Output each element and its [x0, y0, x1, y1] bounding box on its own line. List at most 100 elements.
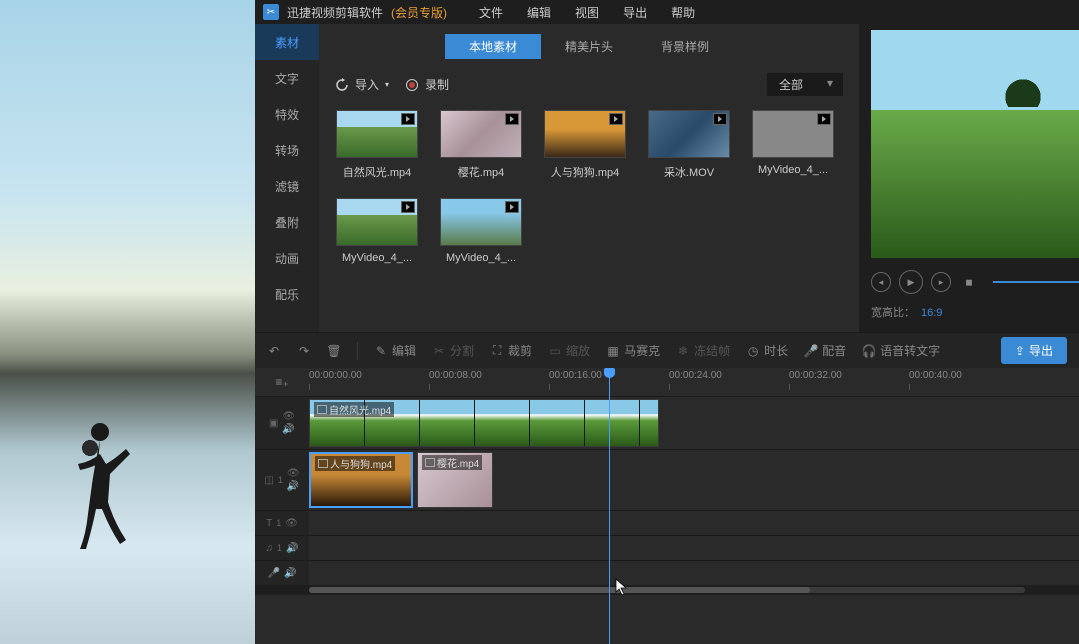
mosaic-button[interactable]: ▦马赛克 — [606, 342, 660, 359]
stop-button[interactable]: ◼ — [959, 272, 979, 292]
track-head[interactable]: ♫1🔊 — [255, 536, 309, 560]
eye-icon[interactable]: 👁 — [285, 518, 298, 529]
sidebar-item-transition[interactable]: 转场 — [255, 132, 319, 168]
audio-track: ♫1🔊 — [255, 535, 1079, 560]
music-track-icon: ♫ — [266, 543, 274, 554]
track-content[interactable] — [309, 561, 1079, 585]
undo-icon: ↶ — [267, 344, 281, 358]
import-label: 导入 — [355, 76, 379, 93]
delete-button[interactable]: 🗑 — [327, 344, 341, 358]
record-button[interactable]: 录制 — [405, 76, 449, 93]
undo-button[interactable]: ↶ — [267, 344, 281, 358]
media-name: 采冰.MOV — [664, 164, 714, 180]
track-head[interactable]: 🎤🔊 — [255, 561, 309, 585]
preview-progress[interactable] — [993, 281, 1079, 283]
media-thumb — [336, 198, 418, 246]
eye-icon[interactable]: 👁 — [287, 468, 300, 479]
app-name: 迅捷视频剪辑软件 — [287, 4, 383, 21]
sidebar-item-media[interactable]: 素材 — [255, 24, 319, 60]
mouse-cursor — [615, 578, 629, 596]
menu-help[interactable]: 帮助 — [671, 4, 695, 21]
media-thumb — [440, 110, 522, 158]
mic-icon: 🎤 — [804, 344, 818, 358]
dub-button[interactable]: 🎤配音 — [804, 342, 846, 359]
snowflake-icon: ❄ — [676, 344, 690, 358]
export-button[interactable]: ⇪导出 — [1001, 337, 1067, 364]
scrollbar-thumb[interactable] — [309, 587, 810, 593]
ruler-tick: 00:00:40.00 — [909, 370, 962, 381]
duration-button[interactable]: ◷时长 — [746, 342, 788, 359]
import-button[interactable]: 导入 ▾ — [335, 76, 389, 93]
sidebar-item-text[interactable]: 文字 — [255, 60, 319, 96]
media-item[interactable]: 樱花.mp4 — [439, 110, 523, 180]
next-frame-button[interactable]: ▸ — [931, 272, 951, 292]
filter-select-value: 全部 — [779, 78, 803, 92]
timeline-clip[interactable]: 自然风光.mp4 — [309, 399, 659, 447]
tab-background-samples[interactable]: 背景样例 — [637, 34, 733, 59]
redo-button[interactable]: ↷ — [297, 344, 311, 358]
sidebar-item-effects[interactable]: 特效 — [255, 96, 319, 132]
playhead[interactable] — [609, 368, 610, 644]
sidebar-item-filter[interactable]: 滤镜 — [255, 168, 319, 204]
media-name: 自然风光.mp4 — [343, 164, 411, 180]
track-content[interactable]: 自然风光.mp4 — [309, 397, 1079, 449]
ruler-tick: 00:00:24.00 — [669, 370, 722, 381]
video-badge-icon — [817, 113, 831, 125]
text-track: T1👁 — [255, 510, 1079, 535]
aspect-value[interactable]: 16:9 — [921, 307, 942, 319]
media-item[interactable]: MyVideo_4_... — [335, 198, 419, 264]
speech-to-text-button[interactable]: 🎧语音转文字 — [862, 342, 940, 359]
crop-icon: ⛶ — [490, 344, 504, 358]
speaker-icon[interactable]: 🔊 — [286, 543, 298, 554]
edit-button[interactable]: ✎编辑 — [374, 342, 416, 359]
preview-viewport[interactable] — [871, 30, 1079, 258]
trash-icon: 🗑 — [327, 344, 341, 358]
prev-frame-button[interactable]: ◂ — [871, 272, 891, 292]
track-content[interactable] — [309, 511, 1079, 535]
add-track-button[interactable]: ≡₊ — [255, 368, 309, 396]
text-track-icon: T — [266, 518, 272, 529]
sidebar: 素材 文字 特效 转场 滤镜 叠附 动画 配乐 — [255, 24, 319, 332]
menu-view[interactable]: 视图 — [575, 4, 599, 21]
menu-edit[interactable]: 编辑 — [527, 4, 551, 21]
timeline-scrollbar[interactable] — [255, 585, 1079, 595]
video-badge-icon — [505, 113, 519, 125]
speaker-icon[interactable]: 🔊 — [282, 424, 295, 435]
sidebar-item-animation[interactable]: 动画 — [255, 240, 319, 276]
tab-intro-templates[interactable]: 精美片头 — [541, 34, 637, 59]
media-thumb — [440, 198, 522, 246]
sidebar-item-overlay[interactable]: 叠附 — [255, 204, 319, 240]
filter-select[interactable]: 全部 — [767, 73, 843, 96]
split-button[interactable]: ✂分割 — [432, 342, 474, 359]
export-icon: ⇪ — [1015, 344, 1025, 358]
record-icon — [405, 78, 419, 92]
track-head[interactable]: ◫1 👁🔊 — [255, 450, 309, 510]
media-item[interactable]: 人与狗狗.mp4 — [543, 110, 627, 180]
track-content[interactable] — [309, 536, 1079, 560]
speaker-icon[interactable]: 🔊 — [284, 568, 296, 579]
media-item[interactable]: 采冰.MOV — [647, 110, 731, 180]
menu-export[interactable]: 导出 — [623, 4, 647, 21]
timeline-ruler[interactable]: 00:00:00.00 00:00:08.00 00:00:16.00 00:0… — [309, 368, 1079, 396]
media-thumb — [544, 110, 626, 158]
track-content[interactable]: 人与狗狗.mp4 樱花.mp4 — [309, 450, 1079, 510]
crop-button[interactable]: ⛶裁剪 — [490, 342, 532, 359]
menu-file[interactable]: 文件 — [479, 4, 503, 21]
media-item[interactable]: MyVideo_4_... — [751, 110, 835, 180]
track-head[interactable]: ▣ 👁🔊 — [255, 397, 309, 449]
timeline-toolbar: ↶ ↷ 🗑 ✎编辑 ✂分割 ⛶裁剪 ▭缩放 ▦马赛克 ❄冻结帧 ◷时长 🎤配音 … — [255, 332, 1079, 368]
media-item[interactable]: 自然风光.mp4 — [335, 110, 419, 180]
media-item[interactable]: MyVideo_4_... — [439, 198, 523, 264]
eye-icon[interactable]: 👁 — [282, 411, 295, 422]
pip-track-icon: ◫ — [264, 475, 273, 486]
timeline-clip[interactable]: 樱花.mp4 — [417, 452, 493, 508]
freeze-button[interactable]: ❄冻结帧 — [676, 342, 730, 359]
timeline-clip[interactable]: 人与狗狗.mp4 — [309, 452, 413, 508]
tab-local-media[interactable]: 本地素材 — [445, 34, 541, 59]
zoom-button[interactable]: ▭缩放 — [548, 342, 590, 359]
play-button[interactable]: ▶ — [899, 270, 923, 294]
clip-label: 樱花.mp4 — [422, 455, 482, 470]
track-head[interactable]: T1👁 — [255, 511, 309, 535]
sidebar-item-music[interactable]: 配乐 — [255, 276, 319, 312]
speaker-icon[interactable]: 🔊 — [287, 481, 300, 492]
